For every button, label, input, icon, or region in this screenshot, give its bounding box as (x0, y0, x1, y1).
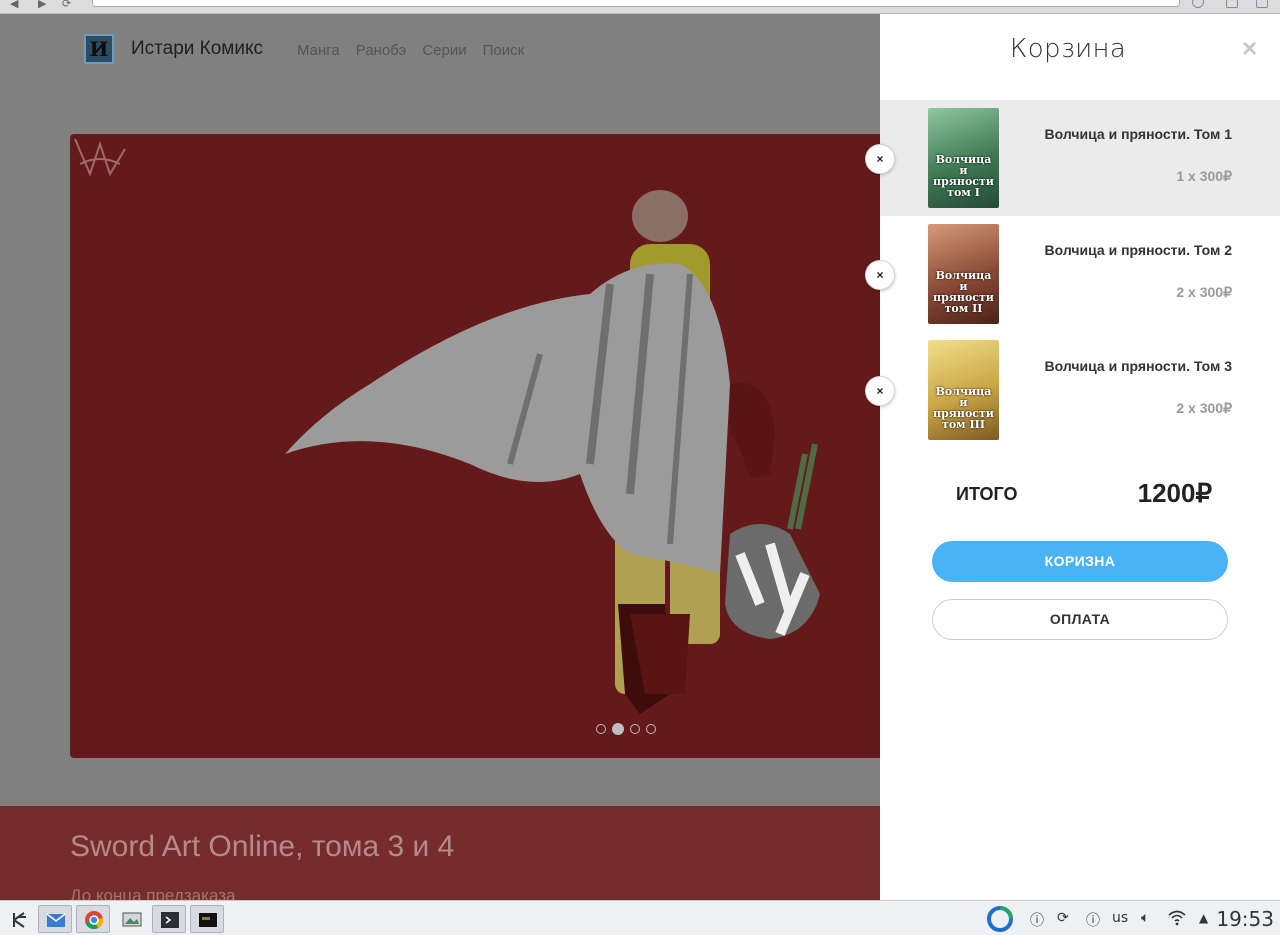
cover-text: Волчица и пряности том III (933, 385, 994, 431)
image-viewer-icon[interactable] (114, 905, 148, 933)
book-cover[interactable]: Волчица и пряности том I (928, 108, 999, 208)
remove-item-icon[interactable]: × (865, 376, 895, 406)
volume-icon[interactable]: 🔈︎ (1141, 910, 1149, 926)
main-nav: Манга Ранобэ Серии Поиск (297, 42, 524, 59)
notifications-icon[interactable]: ⓘ (1030, 910, 1044, 930)
cart-button[interactable]: КОРИЗНА (932, 541, 1228, 582)
terminal-icon[interactable] (152, 905, 186, 933)
window-preview-icon[interactable] (190, 905, 224, 933)
info-icon[interactable]: ⓘ (1086, 910, 1100, 930)
item-quantity-price: 1 x 300₽ (1176, 168, 1232, 184)
hero-illustration (285, 190, 820, 714)
cart-item[interactable]: Волчица и пряности том III Волчица и пря… (880, 332, 1280, 448)
expand-tray-icon[interactable]: ▲ (1199, 911, 1208, 925)
mail-app-icon[interactable] (38, 905, 72, 933)
remove-item-icon[interactable]: × (865, 144, 895, 174)
carousel-dot[interactable] (646, 724, 656, 734)
extension-icon[interactable] (1192, 0, 1204, 8)
sync-status-icon[interactable] (986, 905, 1014, 933)
chrome-app-icon[interactable] (76, 905, 110, 933)
cart-title: Корзина (1009, 34, 1127, 64)
cart-item[interactable]: Волчица и пряности том II Волчица и прян… (880, 216, 1280, 332)
hero-banner[interactable] (70, 134, 900, 758)
remove-item-icon[interactable]: × (865, 260, 895, 290)
site-name[interactable]: Истари Комикс (131, 38, 263, 60)
updates-icon[interactable]: ⟳ (1057, 910, 1069, 926)
clock[interactable]: 19:53 (1216, 907, 1274, 931)
cart-drawer: Корзина × Волчица и пряности том I Волчи… (880, 14, 1280, 900)
nav-item-manga[interactable]: Манга (297, 42, 340, 59)
nav-item-ranobe[interactable]: Ранобэ (356, 42, 407, 59)
pay-button[interactable]: ОПЛАТА (932, 599, 1228, 640)
total-value: 1200₽ (1137, 478, 1212, 508)
cover-text: Волчица и пряности том I (933, 153, 994, 199)
site-logo[interactable]: И (84, 34, 114, 64)
promo-subtitle: До конца предзаказа (70, 886, 236, 900)
forward-icon[interactable]: ▶ (38, 0, 46, 10)
total-label: ИТОГО (956, 484, 1018, 504)
carousel-dot[interactable] (596, 724, 606, 734)
item-title[interactable]: Волчица и пряности. Том 1 (1032, 126, 1232, 143)
item-quantity-price: 2 x 300₽ (1176, 284, 1232, 300)
promo-title[interactable]: Sword Art Online, тома 3 и 4 (70, 830, 454, 864)
wifi-icon[interactable] (1167, 910, 1187, 926)
app-launcher-icon[interactable] (2, 905, 32, 933)
close-icon[interactable]: × (1242, 34, 1257, 62)
artist-signature (74, 138, 126, 177)
nav-item-series[interactable]: Серии (422, 42, 466, 59)
reload-icon[interactable]: ⟳ (62, 0, 71, 10)
item-quantity-price: 2 x 300₽ (1176, 400, 1232, 416)
item-title[interactable]: Волчица и пряности. Том 3 (1032, 358, 1232, 375)
nav-item-search[interactable]: Поиск (483, 42, 525, 59)
keyboard-layout[interactable]: us (1112, 910, 1128, 926)
carousel-dot[interactable] (630, 724, 640, 734)
book-cover[interactable]: Волчица и пряности том II (928, 224, 999, 324)
item-title[interactable]: Волчица и пряности. Том 2 (1032, 242, 1232, 259)
browser-toolbar: ◀ ▶ ⟳ (0, 0, 1280, 14)
book-cover[interactable]: Волчица и пряности том III (928, 340, 999, 440)
taskbar: ⓘ ⟳ ⓘ us 🔈︎ ▲ 19:53 (0, 900, 1280, 935)
carousel-dots (596, 723, 656, 735)
bookmark-icon[interactable] (1226, 0, 1238, 8)
back-icon[interactable]: ◀ (10, 0, 18, 10)
address-bar[interactable] (92, 0, 1180, 7)
menu-icon[interactable] (1256, 0, 1268, 8)
cover-text: Волчица и пряности том II (933, 269, 994, 315)
carousel-dot-active[interactable] (612, 723, 624, 735)
cart-item[interactable]: Волчица и пряности том I Волчица и пряно… (880, 100, 1280, 216)
